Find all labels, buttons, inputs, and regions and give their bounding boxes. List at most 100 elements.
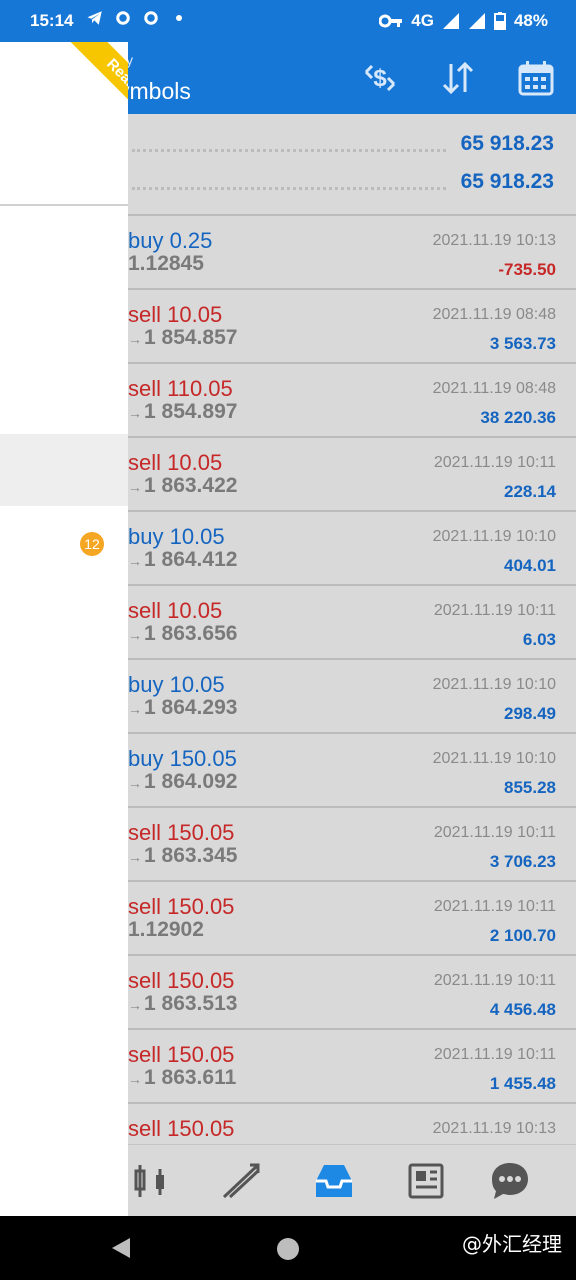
trade-side-volume: sell 150.05 [128,968,235,993]
trade-profit: 38 220.36 [480,408,556,427]
trade-row[interactable]: buy 10.05 → 1 864.412 2021.11.19 10:10 404.0… [128,512,576,586]
trade-price: 1 864.293 [144,696,238,719]
trade-side-volume: sell 150.05 [128,820,235,845]
trade-row[interactable]: buy 150.05 → 1 864.092 2021.11.19 10:10 855.… [128,734,576,808]
trade-time: 2021.11.19 10:11 [433,454,556,471]
system-nav-bar: @外汇经理 [0,1216,576,1280]
equity-row: 65 918.23 [128,170,576,200]
arrow-icon: → [128,775,142,791]
status-bar: 15:14 4G 48% [0,0,576,42]
trade-profit: 6.03 [522,630,556,649]
trade-row[interactable]: sell 10.05 → 1 863.656 2021.11.19 10:11 6.03 [128,586,576,660]
battery-icon [493,12,506,30]
chat-icon [144,11,158,25]
network-label: 4G [411,11,434,30]
trade-time: 2021.11.19 08:48 [432,306,556,323]
battery-label: 48% [513,11,548,30]
trade-price: 1 863.513 [144,992,238,1015]
arrow-icon: → [128,331,142,347]
trade-side-volume: sell 150.05 [128,1116,235,1141]
trade-row[interactable]: sell 150.05 → 1 863.611 2021.11.19 10:11 1 4… [128,1030,576,1104]
trade-row[interactable]: sell 110.05 → 1 854.897 2021.11.19 08:48 38 … [128,364,576,438]
trade-time: 2021.11.19 10:10 [432,528,556,545]
trade-row[interactable]: sell 150.05 → 1 863.513 2021.11.19 10:11 4 4… [128,956,576,1030]
candles-icon[interactable] [128,1159,172,1203]
trade-side-volume: sell 150.05 [128,894,235,919]
trade-profit: 4 456.48 [489,1000,556,1019]
navigation-drawer[interactable]: Real 12 [0,42,128,1216]
trade-row[interactable]: buy 0.25 1.12845 2021.11.19 10:13 -735.50 [128,216,576,290]
trade-side-volume: sell 10.05 [128,302,223,327]
news-icon[interactable] [404,1159,448,1203]
drawer-item-selected[interactable] [0,434,128,506]
trade-price: 1 864.412 [144,548,238,571]
svg-text:$: $ [373,65,387,92]
trade-side-volume: sell 10.05 [128,598,223,623]
arrow-icon: → [128,997,142,1013]
trade-price: 1.12902 [128,918,204,941]
back-icon[interactable] [110,1236,132,1260]
account-type-ribbon: Real [68,42,128,125]
trade-price: 1 863.422 [144,474,238,497]
trade-time: 2021.11.19 10:10 [432,750,556,767]
balance-value: 65 918.23 [460,132,554,155]
signal-icon [468,13,485,29]
trade-profit: 3 706.23 [489,852,556,871]
trade-price: 1 863.345 [144,844,238,867]
trade-row[interactable]: sell 150.05 2021.11.19 10:13 [128,1104,576,1144]
balance-summary: 65 918.23 65 918.23 [128,114,576,216]
trade-side-volume: buy 10.05 [128,524,225,549]
trade-side-volume: buy 0.25 [128,228,213,253]
trade-time: 2021.11.19 08:48 [432,380,556,397]
calendar-icon[interactable] [516,58,556,98]
trade-time: 2021.11.19 10:11 [433,824,556,841]
trade-time: 2021.11.19 10:10 [432,676,556,693]
trade-profit: -735.50 [498,260,556,279]
trade-row[interactable]: buy 10.05 → 1 864.293 2021.11.19 10:10 298.4… [128,660,576,734]
home-button[interactable] [277,1238,299,1260]
equity-value: 65 918.23 [460,170,554,193]
arrow-icon: → [128,849,142,865]
trade-profit: 3 563.73 [489,334,556,353]
trade-profit: 228.14 [504,482,556,501]
trade-profit: 1 455.48 [489,1074,556,1093]
telegram-icon [87,11,102,25]
trade-side-volume: sell 110.05 [128,376,233,401]
chat-icon[interactable] [488,1159,532,1203]
arrow-icon: → [128,405,142,421]
header-title: ymbols [118,78,191,104]
trade-time: 2021.11.19 10:13 [432,1120,556,1137]
trade-price: 1 854.897 [144,400,238,423]
trade-profit: 2 100.70 [489,926,556,945]
status-time: 15:14 [30,11,74,30]
arrow-icon: → [128,553,142,569]
trade-side-volume: buy 150.05 [128,746,237,771]
arrow-icon: → [128,479,142,495]
dot-icon [176,15,182,21]
trade-price: 1 863.656 [144,622,238,645]
trade-inbox-icon[interactable] [312,1159,356,1203]
trade-time: 2021.11.19 10:11 [433,972,556,989]
trade-row[interactable]: sell 150.05 1.12902 2021.11.19 10:11 2 100.… [128,882,576,956]
trade-list[interactable]: buy 0.25 1.12845 2021.11.19 10:13 -735.50 se… [128,216,576,1144]
balance-row: 65 918.23 [128,132,576,162]
trade-time: 2021.11.19 10:11 [433,602,556,619]
trade-row[interactable]: sell 10.05 → 1 854.857 2021.11.19 08:48 3 56… [128,290,576,364]
trade-price: 1.12845 [128,252,204,275]
trade-row[interactable]: sell 10.05 → 1 863.422 2021.11.19 10:11 228.… [128,438,576,512]
currency-exchange-icon[interactable]: $ [360,58,400,98]
watermark: @外汇经理 [462,1232,562,1256]
sort-icon[interactable] [438,58,478,98]
trade-profit: 404.01 [504,556,556,575]
trade-price: 1 864.092 [144,770,238,793]
drawer-divider [0,204,128,206]
signal-icon [442,13,459,29]
arrow-icon: → [128,1071,142,1087]
trade-price: 1 863.611 [144,1066,237,1089]
trade-row[interactable]: sell 150.05 → 1 863.345 2021.11.19 10:11 3 7… [128,808,576,882]
arrow-icon: → [128,627,142,643]
trade-time: 2021.11.19 10:11 [433,1046,556,1063]
notification-badge: 12 [80,532,104,556]
chart-icon[interactable] [220,1159,264,1203]
trade-price: 1 854.857 [144,326,238,349]
